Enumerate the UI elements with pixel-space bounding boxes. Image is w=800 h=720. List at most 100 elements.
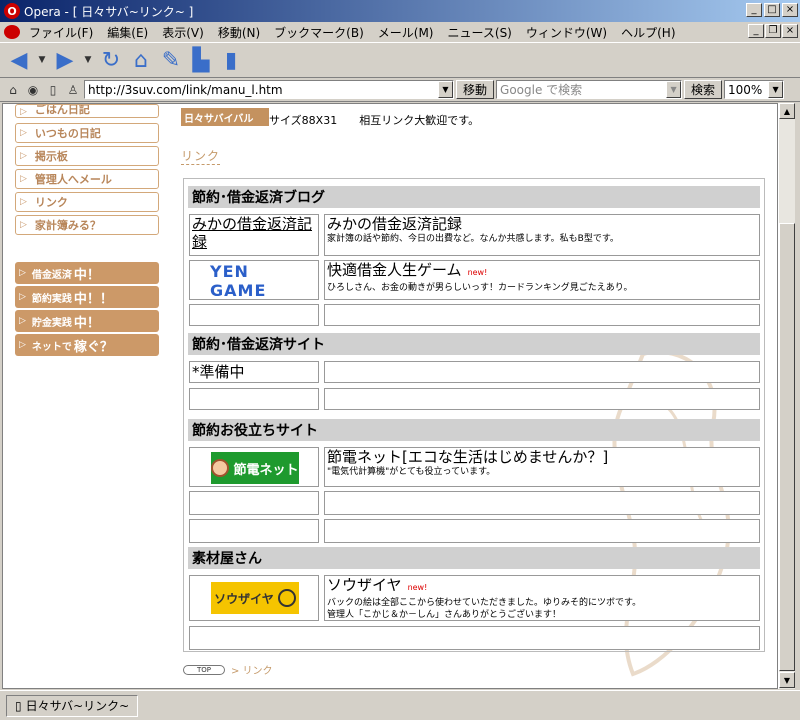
menu-help[interactable]: ヘルプ(H) xyxy=(614,24,682,41)
vertical-scrollbar[interactable]: ▲ ▼ xyxy=(778,103,795,689)
link-banner[interactable]: YEN GAME xyxy=(189,260,319,300)
page-info-icon[interactable]: ▯ xyxy=(44,81,62,99)
sidebar-item-link[interactable]: ▷ リンク xyxy=(15,192,159,212)
close-button[interactable]: × xyxy=(782,3,798,17)
back-dropdown-icon[interactable]: ▼ xyxy=(36,47,48,73)
scrollbar-thumb[interactable] xyxy=(779,223,795,671)
section-header: 節約お役立ちサイト xyxy=(188,419,760,441)
section-header: 素材屋さん xyxy=(188,547,760,569)
link-title[interactable]: 節電ネット[エコな生活はじめませんか？] xyxy=(327,448,759,466)
menu-window[interactable]: ウィンドウ(W) xyxy=(519,24,614,41)
zoom-dropdown-icon[interactable]: ▼ xyxy=(768,81,784,98)
empty-cell xyxy=(189,519,319,543)
menu-bookmarks[interactable]: ブックマーク(B) xyxy=(267,24,371,41)
button-prefix: 貯金実践 xyxy=(31,317,72,329)
forward-dropdown-icon[interactable]: ▼ xyxy=(82,47,94,73)
sidebar-item-diary[interactable]: ▷ いつもの日記 xyxy=(15,123,159,143)
opera-logo-icon: O xyxy=(4,3,20,19)
scroll-down-icon[interactable]: ▼ xyxy=(779,672,795,688)
sidebar-item-mail[interactable]: ▷ 管理人へメール xyxy=(15,169,159,189)
triangle-icon: ▷ xyxy=(19,268,26,278)
document-icon[interactable] xyxy=(4,25,20,39)
page-icon[interactable]: ▮ xyxy=(218,47,244,73)
breadcrumb: > リンク xyxy=(231,666,273,677)
back-icon[interactable]: ◀ xyxy=(6,47,32,73)
menu-news[interactable]: ニュース(S) xyxy=(440,24,518,41)
search-input[interactable]: Google で検索 ▼ xyxy=(496,80,683,99)
doc-minimize-button[interactable]: _ xyxy=(748,24,764,38)
button-prefix: ネットで xyxy=(31,341,72,353)
sidebar-item-label: いつもの日記 xyxy=(34,127,101,140)
search-button[interactable]: 検索 xyxy=(684,80,723,99)
button-suffix: 中！ xyxy=(73,267,100,283)
sidebar-item-label: 家計簿みる？ xyxy=(34,219,101,232)
sidebar-button-debt[interactable]: ▷ 借金返済 中！ xyxy=(15,262,159,284)
minimize-button[interactable]: _ xyxy=(746,3,762,17)
go-button[interactable]: 移動 xyxy=(456,80,495,99)
link-banner[interactable]: 節電ネット xyxy=(189,447,319,487)
sidebar-button-earn[interactable]: ▷ ネットで 稼ぐ？ xyxy=(15,334,159,356)
site-banner[interactable]: 日々サバイバル xyxy=(181,108,269,126)
page-title: リンク xyxy=(181,149,221,165)
maximize-button[interactable]: □ xyxy=(764,3,780,17)
new-badge: new! xyxy=(467,268,488,277)
empty-cell xyxy=(189,491,319,515)
menu-file[interactable]: ファイル(F) xyxy=(22,24,100,41)
tab-label: 日々サバ~リンク~ xyxy=(25,699,130,713)
link-banner[interactable]: みかの借金返済記録 xyxy=(189,214,319,256)
menu-view[interactable]: 表示(V) xyxy=(155,24,211,41)
link-banner[interactable]: ソウザイヤ xyxy=(189,575,319,621)
link-description: 家計簿の話や節約、今日の出費など。なんか共感します。私もB型です。 xyxy=(327,234,619,244)
yen-game-banner: YEN GAME xyxy=(210,262,267,300)
user-icon[interactable]: ♙ xyxy=(64,81,82,99)
page-footer: TOP > リンク xyxy=(183,662,273,677)
triangle-icon: ▷ xyxy=(20,128,27,138)
button-suffix: 稼ぐ？ xyxy=(73,339,113,355)
zoom-select[interactable]: 100% ▼ xyxy=(724,80,785,99)
sidebar-item-label: 管理人へメール xyxy=(34,173,112,186)
doc-close-button[interactable]: × xyxy=(782,24,798,38)
link-entry: ソウザイヤ new! バックの絵は全部ここから使わせていただきました。ゆりみそ的に… xyxy=(324,575,760,621)
triangle-icon: ▷ xyxy=(20,174,27,184)
sidebar-button-deposit[interactable]: ▷ 貯金実践 中！ xyxy=(15,310,159,332)
address-dropdown-icon[interactable]: ▼ xyxy=(438,81,453,98)
empty-cell xyxy=(324,388,760,410)
forward-icon[interactable]: ▶ xyxy=(52,47,78,73)
triangle-icon: ▷ xyxy=(20,220,27,230)
empty-cell xyxy=(324,519,760,543)
scroll-up-icon[interactable]: ▲ xyxy=(779,103,795,119)
link-title[interactable]: ソウザイヤ new! xyxy=(327,576,759,597)
button-prefix: 借金返済 xyxy=(31,269,72,281)
empty-cell xyxy=(324,304,760,326)
top-button[interactable]: TOP xyxy=(183,664,225,675)
sidebar-item-kakeibo[interactable]: ▷ 家計簿みる？ xyxy=(15,215,159,235)
setsuden-banner: 節電ネット xyxy=(211,452,299,484)
sidebar-button-saving[interactable]: ▷ 節約実践 中！！ xyxy=(15,286,159,308)
reload-icon[interactable]: ↻ xyxy=(98,47,124,73)
sidebar-item-gohan[interactable]: ▷ ごはん日記 xyxy=(15,104,159,118)
triangle-icon: ▷ xyxy=(20,151,27,161)
link-entry: みかの借金返済記録 家計簿の話や節約、今日の出費など。なんか共感します。私もB型… xyxy=(324,214,760,256)
souzaiya-banner: ソウザイヤ xyxy=(211,582,299,614)
triangle-icon: ▷ xyxy=(19,340,26,350)
page-tab[interactable]: ▯ 日々サバ~リンク~ xyxy=(6,694,139,717)
sidebar: ▷ ごはん日記 ▷ いつもの日記 ▷ 掲示板 ▷ 管理人へメール ▷ リンク ▷ 家計簿みる… xyxy=(15,104,159,358)
address-toolbar: ⌂ ◉ ▯ ♙ http://3suv.com/link/manu_l.htm … xyxy=(0,78,800,102)
button-suffix: 中！ xyxy=(73,315,100,331)
menu-mail[interactable]: メール(M) xyxy=(371,24,441,41)
sidebar-item-bbs[interactable]: ▷ 掲示板 xyxy=(15,146,159,166)
home-icon[interactable]: ⌂ xyxy=(128,47,154,73)
link-title[interactable]: みかの借金返済記録 xyxy=(327,215,759,233)
print-icon[interactable]: ▙ xyxy=(188,47,214,73)
doc-restore-button[interactable]: ❐ xyxy=(765,24,781,38)
address-input[interactable]: http://3suv.com/link/manu_l.htm ▼ xyxy=(84,80,454,99)
menu-edit[interactable]: 編集(E) xyxy=(100,24,155,41)
security-icon[interactable]: ⌂ xyxy=(4,81,22,99)
search-dropdown-icon[interactable]: ▼ xyxy=(666,81,682,98)
hotlist-icon[interactable]: ✎ xyxy=(158,47,184,73)
link-title[interactable]: 快適借金人生ゲーム new! xyxy=(327,261,759,282)
camera-icon[interactable]: ◉ xyxy=(24,81,42,99)
triangle-icon: ▷ xyxy=(20,107,27,117)
menu-navigate[interactable]: 移動(N) xyxy=(211,24,267,41)
banner-face-icon xyxy=(211,459,230,477)
